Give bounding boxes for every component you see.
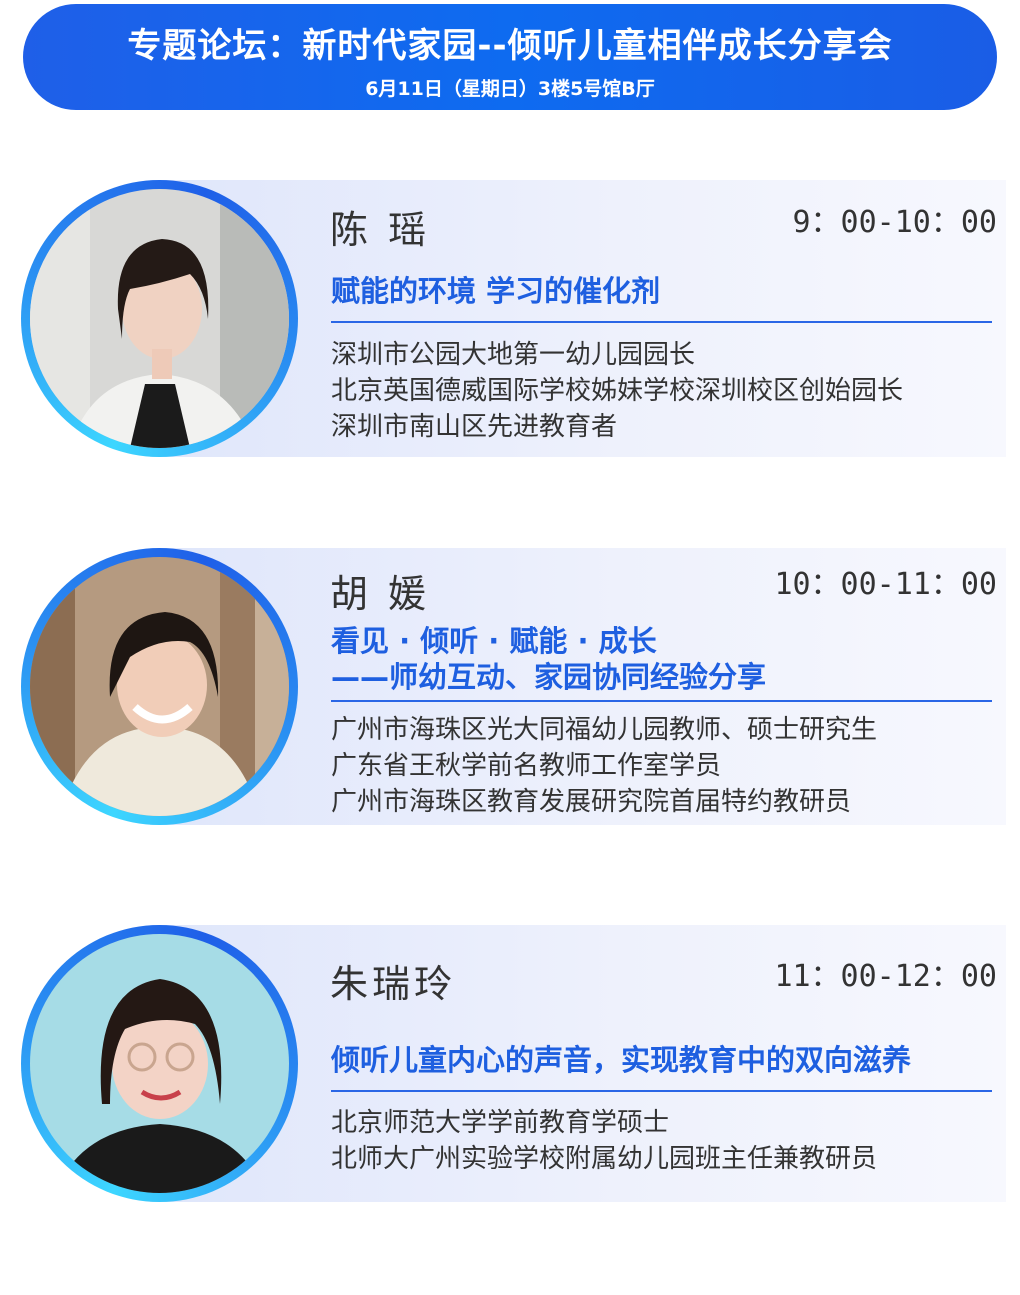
speaker-bio-line: 北京师范大学学前教育学硕士	[331, 1108, 670, 1138]
speaker-portrait-image	[30, 189, 289, 448]
speaker-name: 胡 媛	[330, 572, 431, 616]
speaker-avatar-ring	[21, 180, 298, 457]
speaker-bio-line: 广州市海珠区教育发展研究院首届特约教研员	[331, 787, 852, 817]
forum-title: 专题论坛：新时代家园--倾听儿童相伴成长分享会	[127, 26, 893, 66]
section-divider	[331, 1090, 992, 1092]
speaker-card-2: 胡 媛 10：00-11：00 看见 · 倾听 · 赋能 · 成长 ——师幼互动…	[0, 548, 1020, 825]
session-topic-line: 看见 · 倾听 · 赋能 · 成长	[331, 624, 657, 658]
speaker-bio: 北京师范大学学前教育学硕士 北师大广州实验学校附属幼儿园班主任兼教研员	[331, 1105, 877, 1177]
speaker-bio-line: 广州市海珠区光大同福幼儿园教师、硕士研究生	[331, 715, 878, 745]
section-divider	[331, 321, 992, 323]
session-topic-line: 赋能的环境 学习的催化剂	[331, 274, 661, 308]
speaker-avatar	[30, 189, 289, 448]
session-topic: 看见 · 倾听 · 赋能 · 成长 ——师幼互动、家园协同经验分享	[331, 623, 766, 695]
session-topic-line: ——师幼互动、家园协同经验分享	[331, 660, 767, 694]
forum-date-location: 6月11日（星期日）3楼5号馆B厅	[365, 78, 655, 100]
section-divider	[331, 700, 992, 702]
speaker-avatar-ring	[21, 548, 298, 825]
speaker-bio-line: 广东省王秋学前名教师工作室学员	[331, 751, 722, 781]
speaker-bio-line: 北师大广州实验学校附属幼儿园班主任兼教研员	[331, 1144, 878, 1174]
speaker-bio-line: 北京英国德威国际学校姊妹学校深圳校区创始园长	[331, 376, 904, 406]
session-topic: 赋能的环境 学习的催化剂	[331, 273, 660, 309]
speaker-name: 朱瑞玲	[330, 962, 457, 1006]
session-time: 10：00-11：00	[774, 567, 997, 602]
session-topic: 倾听儿童内心的声音，实现教育中的双向滋养	[331, 1042, 911, 1078]
speaker-card-3: 朱瑞玲 11：00-12：00 倾听儿童内心的声音，实现教育中的双向滋养 北京师…	[0, 925, 1020, 1202]
speaker-bio: 广州市海珠区光大同福幼儿园教师、硕士研究生 广东省王秋学前名教师工作室学员 广州…	[331, 712, 877, 820]
session-topic-line: 倾听儿童内心的声音，实现教育中的双向滋养	[331, 1043, 912, 1077]
speaker-card-1: 陈 瑶 9：00-10：00 赋能的环境 学习的催化剂 深圳市公园大地第一幼儿园…	[0, 180, 1020, 457]
speaker-bio: 深圳市公园大地第一幼儿园园长 北京英国德威国际学校姊妹学校深圳校区创始园长 深圳…	[331, 337, 903, 445]
speaker-avatar-ring	[21, 925, 298, 1202]
speaker-avatar	[30, 557, 289, 816]
speaker-portrait-image	[30, 557, 289, 816]
speaker-avatar	[30, 934, 289, 1193]
speaker-bio-line: 深圳市南山区先进教育者	[331, 412, 618, 442]
session-time: 11：00-12：00	[774, 959, 997, 994]
speaker-name: 陈 瑶	[330, 208, 431, 252]
speaker-portrait-image	[30, 934, 289, 1193]
speaker-bio-line: 深圳市公园大地第一幼儿园园长	[331, 340, 696, 370]
forum-header-banner: 专题论坛：新时代家园--倾听儿童相伴成长分享会 6月11日（星期日）3楼5号馆B…	[23, 4, 997, 110]
session-time: 9：00-10：00	[792, 205, 998, 240]
